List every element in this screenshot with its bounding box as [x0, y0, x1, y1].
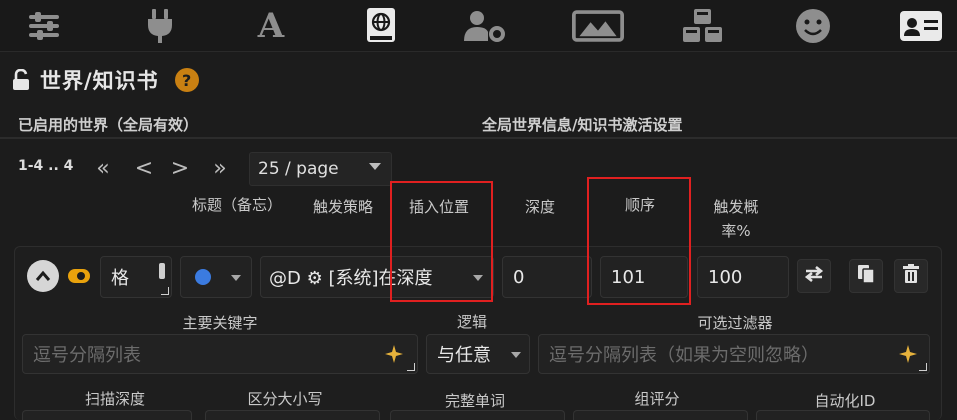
scan-depth-input[interactable]: [22, 410, 192, 420]
user-gear-icon[interactable]: [458, 4, 510, 48]
chevron-down-icon: [473, 275, 483, 281]
insert-position-select[interactable]: @D ⚙ [系统]在深度: [260, 256, 494, 298]
resize-handle-icon[interactable]: [161, 287, 169, 295]
section-divider: [0, 137, 957, 139]
optional-filter-label: 可选过滤器: [697, 314, 773, 332]
logic-label: 逻辑: [456, 313, 487, 331]
column-trigger-probability-line1: 触发概: [713, 198, 759, 216]
book-globe-icon[interactable]: [355, 4, 407, 48]
order-input[interactable]: 101: [600, 256, 688, 298]
column-order: 顺序: [624, 196, 655, 214]
scan-depth-label: 扫描深度: [84, 390, 145, 408]
column-depth: 深度: [524, 198, 555, 216]
first-page-button[interactable]: «: [87, 154, 119, 182]
logic-select[interactable]: 与任意: [426, 334, 530, 374]
page-header: 世界/知识书 ?: [8, 64, 199, 96]
group-scoring-label: 组评分: [634, 390, 680, 408]
top-navigation-bar: A: [0, 0, 957, 52]
sparkles-icon[interactable]: [897, 343, 919, 370]
primary-keywords-label: 主要关键字: [182, 314, 258, 332]
group-scoring-select[interactable]: [573, 410, 748, 420]
collapse-entry-button[interactable]: [27, 260, 59, 292]
image-icon[interactable]: [572, 4, 624, 48]
logic-value: 与任意: [437, 345, 491, 366]
font-icon[interactable]: A: [245, 4, 297, 48]
case-sensitive-select[interactable]: [205, 410, 380, 420]
sliders-icon[interactable]: [18, 4, 70, 48]
automation-id-label: 自动化ID: [814, 392, 876, 410]
copy-icon: [857, 264, 875, 288]
cubes-icon[interactable]: [677, 4, 729, 48]
resize-handle-icon[interactable]: [919, 363, 927, 371]
chevron-down-icon: [511, 352, 521, 358]
column-title: 标题（备忘）: [191, 196, 282, 214]
primary-keywords-placeholder: 逗号分隔列表: [33, 345, 141, 366]
lock-open-icon[interactable]: [8, 66, 34, 94]
duplicate-entry-button[interactable]: [849, 259, 883, 293]
sparkles-icon[interactable]: [383, 343, 405, 370]
active-worlds-label: 已启用的世界（全局有效）: [18, 116, 199, 134]
whole-words-select[interactable]: [390, 410, 565, 420]
prev-page-button[interactable]: <: [128, 154, 160, 182]
page-title: 世界/知识书: [40, 69, 159, 93]
column-trigger-probability-line2: 率%: [721, 222, 751, 240]
primary-keywords-input[interactable]: 逗号分隔列表: [22, 334, 418, 374]
move-entry-button[interactable]: [797, 259, 831, 293]
font-icon-glyph: A: [257, 6, 285, 46]
strategy-dot-icon: [195, 269, 211, 285]
next-page-button[interactable]: >: [164, 154, 196, 182]
insert-position-value: @D ⚙ [系统]在深度: [269, 268, 433, 289]
trigger-strategy-select[interactable]: [180, 256, 252, 298]
per-page-select[interactable]: 25 / page: [249, 152, 392, 186]
help-icon[interactable]: ?: [174, 68, 199, 92]
automation-id-input[interactable]: [756, 410, 930, 420]
optional-filter-placeholder: 逗号分隔列表（如果为空则忽略）: [549, 345, 819, 366]
resize-handle-icon[interactable]: [407, 363, 415, 371]
pagination-range: 1-4 .. 4: [18, 158, 74, 174]
plug-icon[interactable]: [134, 4, 186, 48]
depth-value: 0: [513, 266, 525, 288]
depth-input[interactable]: 0: [502, 256, 592, 298]
entry-title-value: 格: [111, 268, 129, 289]
probability-value: 100: [708, 266, 743, 288]
exchange-icon: [804, 265, 824, 287]
global-settings-toggle[interactable]: 全局世界信息/知识书激活设置: [482, 114, 682, 135]
probability-input[interactable]: 100: [697, 256, 789, 298]
trash-icon: [903, 264, 919, 288]
column-trigger-strategy: 触发策略: [312, 198, 373, 216]
entry-enabled-toggle[interactable]: [68, 269, 90, 283]
chevron-down-icon: [369, 163, 381, 170]
order-value: 101: [611, 266, 646, 288]
case-sensitive-label: 区分大小写: [247, 390, 323, 408]
id-card-icon[interactable]: [895, 4, 947, 48]
whole-words-label: 完整单词: [444, 392, 505, 410]
delete-entry-button[interactable]: [894, 259, 928, 293]
optional-filter-input[interactable]: 逗号分隔列表（如果为空则忽略）: [538, 334, 930, 374]
last-page-button[interactable]: »: [204, 154, 236, 182]
smiley-icon[interactable]: [787, 4, 839, 48]
per-page-value: 25 / page: [258, 159, 339, 179]
chevron-down-icon: [231, 275, 241, 281]
entry-title-field[interactable]: 格: [100, 256, 172, 298]
column-insert-position: 插入位置: [408, 198, 469, 216]
entry-title-scrollbar[interactable]: [159, 263, 165, 279]
column-trigger-probability: 触发概 率%: [700, 196, 772, 241]
